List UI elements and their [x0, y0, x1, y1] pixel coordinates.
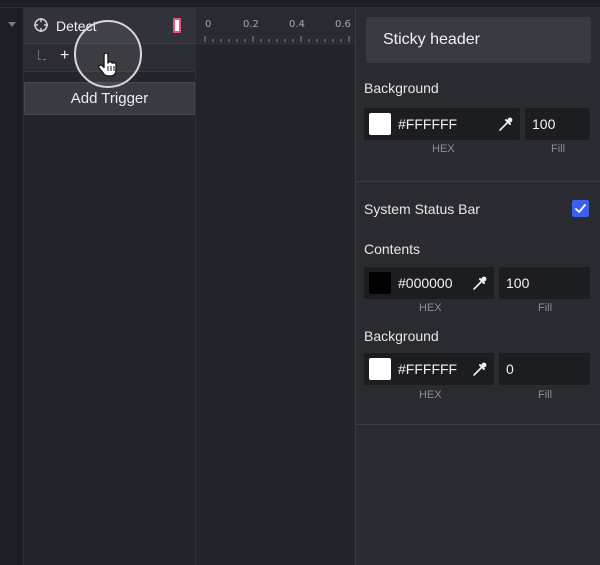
status-background-color-swatch[interactable]: [369, 358, 391, 380]
target-icon: [34, 18, 48, 32]
layer-name-field[interactable]: Sticky header: [366, 17, 591, 63]
tick-label: 0: [205, 19, 212, 30]
caret-down-icon[interactable]: [8, 22, 16, 27]
eyedropper-icon[interactable]: [472, 275, 488, 291]
top-bar: [0, 0, 600, 8]
tick-label: 0.6: [335, 19, 351, 30]
hand-pointer-icon: [98, 53, 117, 77]
background-fill-field[interactable]: 100: [525, 108, 590, 140]
tick-label: 0.4: [289, 19, 305, 30]
fill-caption: Fill: [538, 389, 553, 401]
fill-caption: Fill: [551, 143, 566, 155]
inspector-panel: Sticky header Background #FFFFFF 100 HEX…: [355, 8, 600, 565]
tick-label: 0.2: [243, 19, 259, 30]
keyframe-marker[interactable]: [173, 18, 181, 33]
system-status-bar-label: System Status Bar: [364, 201, 480, 217]
checkmark-icon: [575, 204, 586, 213]
status-background-fill-value: 0: [506, 361, 514, 377]
status-background-fill-field[interactable]: 0: [499, 353, 590, 385]
hex-caption: HEX: [419, 302, 442, 314]
timeline-ruler[interactable]: 0 0.2 0.4 0.6: [196, 8, 356, 44]
status-background-hex-field[interactable]: #FFFFFF: [364, 353, 494, 385]
contents-hex-value: #000000: [398, 275, 453, 291]
contents-hex-field[interactable]: #000000: [364, 267, 494, 299]
ruler-ticks: [204, 36, 350, 42]
section-divider: [356, 181, 600, 182]
contents-label: Contents: [364, 241, 421, 257]
branch-connector-icon: [38, 50, 46, 60]
background-hex-field[interactable]: #FFFFFF: [364, 108, 520, 140]
fill-caption: Fill: [538, 302, 553, 314]
contents-fill-field[interactable]: 100: [499, 267, 590, 299]
hex-caption: HEX: [419, 389, 442, 401]
system-status-bar-checkbox[interactable]: [572, 200, 589, 217]
background-fill-value: 100: [532, 116, 556, 132]
background-label: Background: [364, 80, 439, 96]
layers-panel: Detect + Add Trigger: [24, 8, 195, 565]
background-color-swatch[interactable]: [369, 113, 391, 135]
layer-gutter: [0, 8, 24, 565]
contents-fill-value: 100: [506, 275, 530, 291]
background-hex-value: #FFFFFF: [398, 116, 458, 132]
eyedropper-icon[interactable]: [472, 361, 488, 377]
hex-caption: HEX: [432, 143, 455, 155]
layer-name-text: Sticky header: [383, 31, 480, 48]
eyedropper-icon[interactable]: [498, 116, 514, 132]
contents-color-swatch[interactable]: [369, 272, 391, 294]
status-background-label: Background: [364, 328, 439, 344]
status-background-hex-value: #FFFFFF: [398, 361, 458, 377]
add-plus-icon[interactable]: +: [60, 47, 69, 65]
timeline-panel: 0 0.2 0.4 0.6: [195, 8, 356, 565]
section-divider: [356, 424, 600, 425]
